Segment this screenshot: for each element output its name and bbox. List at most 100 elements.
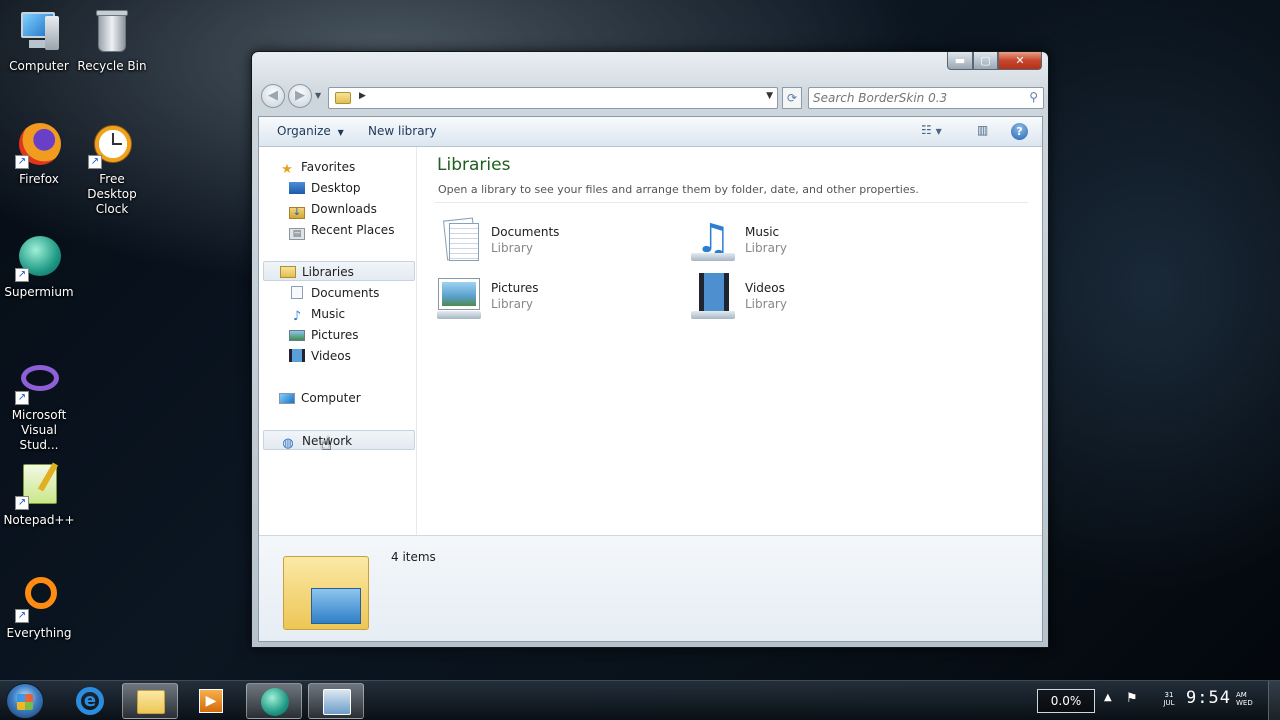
back-button[interactable]: ◀ bbox=[261, 84, 285, 108]
libraries-content: Libraries Open a library to see your fil… bbox=[435, 155, 1035, 535]
search-box[interactable]: ⚲ bbox=[808, 87, 1044, 109]
desktop-icon-supermium[interactable]: ↗ Supermium bbox=[0, 234, 78, 300]
nav-desktop[interactable]: Desktop bbox=[289, 178, 361, 198]
maximize-button[interactable]: ▢ bbox=[973, 52, 998, 70]
preview-pane-button[interactable]: ▥ bbox=[977, 123, 988, 137]
explorer-window: ▬ ▢ ✕ ◀ ▶ ▼ ▶ ▼ ⟳ ⚲ Organize ▼ New libra… bbox=[251, 51, 1049, 648]
desktop-icon-label: Computer bbox=[9, 59, 69, 73]
nav-label: Computer bbox=[301, 391, 361, 405]
everything-search-icon: ↗ bbox=[15, 575, 63, 623]
library-documents[interactable]: Documents Library bbox=[437, 217, 677, 267]
address-row: ◀ ▶ ▼ ▶ ▼ ⟳ ⚲ bbox=[258, 82, 1044, 110]
nav-music[interactable]: ♪ Music bbox=[289, 304, 345, 324]
nav-pictures[interactable]: Pictures bbox=[289, 325, 359, 345]
library-videos[interactable]: Videos Library bbox=[691, 273, 931, 323]
library-pictures[interactable]: Pictures Library bbox=[437, 273, 677, 323]
borderskin-icon bbox=[323, 689, 351, 715]
clock-date[interactable]: 31 JUL bbox=[1158, 691, 1180, 707]
pictures-icon bbox=[289, 330, 305, 341]
mouse-pointer-hand-icon: ☝ bbox=[320, 433, 331, 454]
caption-buttons: ▬ ▢ ✕ bbox=[947, 52, 1042, 70]
desktop-icon-recycle-bin[interactable]: Recycle Bin bbox=[73, 8, 151, 74]
desktop-icon-label: Microsoft Visual Stud... bbox=[11, 408, 67, 452]
nav-label: Recent Places bbox=[311, 223, 395, 237]
desktop-icon-label: Free Desktop Clock bbox=[87, 172, 137, 216]
documents-icon bbox=[291, 286, 303, 299]
desktop-icon-everything[interactable]: ↗ Everything bbox=[0, 575, 78, 641]
show-hidden-icons-button[interactable]: ▲ bbox=[1104, 692, 1112, 703]
nav-videos[interactable]: Videos bbox=[289, 346, 351, 366]
visual-studio-icon: ↗ bbox=[15, 357, 63, 405]
recent-pages-dropdown[interactable]: ▼ bbox=[315, 91, 321, 100]
organize-button[interactable]: Organize ▼ bbox=[277, 124, 344, 138]
nav-network[interactable]: ◍ Network bbox=[263, 430, 415, 451]
start-button[interactable] bbox=[6, 683, 44, 719]
nav-libraries[interactable]: Libraries bbox=[263, 261, 415, 281]
show-desktop-button[interactable] bbox=[1268, 681, 1280, 720]
supermium-icon: ↗ bbox=[15, 234, 63, 282]
organize-label: Organize bbox=[277, 124, 331, 138]
notepadpp-icon: ↗ bbox=[15, 462, 63, 510]
library-name: Pictures bbox=[491, 281, 539, 295]
nav-label: Documents bbox=[311, 286, 380, 300]
cpu-usage-indicator[interactable]: 0.0% bbox=[1037, 689, 1095, 713]
shortcut-arrow-icon: ↗ bbox=[88, 155, 102, 169]
desktop-icon-label: Everything bbox=[6, 626, 72, 640]
breadcrumb-chevron-icon[interactable]: ▶ bbox=[359, 91, 366, 101]
nav-favorites[interactable]: ★ Favorites bbox=[279, 157, 355, 177]
library-type: Library bbox=[491, 241, 533, 255]
desktop-icon-notepadpp[interactable]: ↗ Notepad++ bbox=[0, 462, 78, 528]
nav-downloads[interactable]: ↓ Downloads bbox=[289, 199, 377, 219]
star-icon: ★ bbox=[281, 162, 293, 177]
action-center-flag-icon[interactable]: ⚑ bbox=[1126, 691, 1138, 706]
clock-time[interactable]: 9:54 bbox=[1186, 688, 1231, 708]
address-bar[interactable]: ▶ ▼ bbox=[328, 87, 778, 109]
close-button[interactable]: ✕ bbox=[998, 52, 1042, 70]
desktop-icon-label: Supermium bbox=[4, 285, 74, 299]
library-name: Videos bbox=[745, 281, 785, 295]
desktop-icon-label: Recycle Bin bbox=[77, 59, 147, 73]
nav-label: Videos bbox=[311, 349, 351, 363]
taskbar-internet-explorer[interactable]: e bbox=[62, 683, 118, 719]
taskbar-media-player[interactable]: ▶ bbox=[183, 683, 239, 719]
change-view-button[interactable]: ☷ ▼ bbox=[921, 123, 942, 137]
windows-explorer-icon bbox=[137, 690, 165, 714]
taskbar-windows-explorer[interactable] bbox=[122, 683, 178, 719]
item-count: 4 items bbox=[391, 550, 436, 564]
search-icon[interactable]: ⚲ bbox=[1029, 90, 1038, 104]
pictures-library-icon bbox=[437, 273, 483, 319]
desktop-icon-visual-studio[interactable]: ↗ Microsoft Visual Stud... bbox=[0, 357, 78, 453]
taskbar-borderskin[interactable] bbox=[308, 683, 364, 719]
nav-label: Desktop bbox=[311, 181, 361, 195]
preview-pane-icon: ▥ bbox=[977, 123, 989, 137]
refresh-button[interactable]: ⟳ bbox=[782, 87, 802, 109]
address-dropdown-icon[interactable]: ▼ bbox=[766, 91, 773, 101]
page-title: Libraries bbox=[437, 155, 511, 175]
details-pane: 4 items bbox=[259, 535, 1042, 641]
divider bbox=[435, 202, 1028, 203]
desktop-icon-free-desktop-clock[interactable]: ↗ Free Desktop Clock bbox=[73, 121, 151, 217]
desktop-icon-firefox[interactable]: ↗ Firefox bbox=[0, 121, 78, 187]
forward-arrow-icon: ▶ bbox=[295, 88, 305, 103]
shortcut-arrow-icon: ↗ bbox=[15, 609, 29, 623]
search-input[interactable] bbox=[809, 88, 1009, 108]
clock-ampm: AM WED bbox=[1236, 691, 1253, 707]
nav-computer[interactable]: Computer bbox=[279, 388, 361, 408]
videos-library-icon bbox=[691, 273, 737, 319]
libraries-icon bbox=[280, 266, 296, 278]
shortcut-arrow-icon: ↗ bbox=[15, 496, 29, 510]
library-music[interactable]: ♫ Music Library bbox=[691, 217, 931, 267]
forward-button[interactable]: ▶ bbox=[288, 84, 312, 108]
recent-places-icon: ▤ bbox=[289, 228, 305, 240]
nav-label: Libraries bbox=[302, 265, 354, 279]
taskbar-supermium[interactable] bbox=[246, 683, 302, 719]
library-name: Music bbox=[745, 225, 780, 239]
refresh-icon: ⟳ bbox=[786, 91, 798, 105]
new-library-button[interactable]: New library bbox=[368, 124, 437, 138]
help-button[interactable]: ? bbox=[1011, 123, 1028, 140]
desktop-icon-computer[interactable]: Computer bbox=[0, 8, 78, 74]
minimize-button[interactable]: ▬ bbox=[947, 52, 973, 70]
libraries-folder-icon bbox=[335, 92, 351, 104]
nav-recent-places[interactable]: ▤ Recent Places bbox=[289, 220, 394, 240]
nav-documents[interactable]: Documents bbox=[289, 283, 379, 303]
